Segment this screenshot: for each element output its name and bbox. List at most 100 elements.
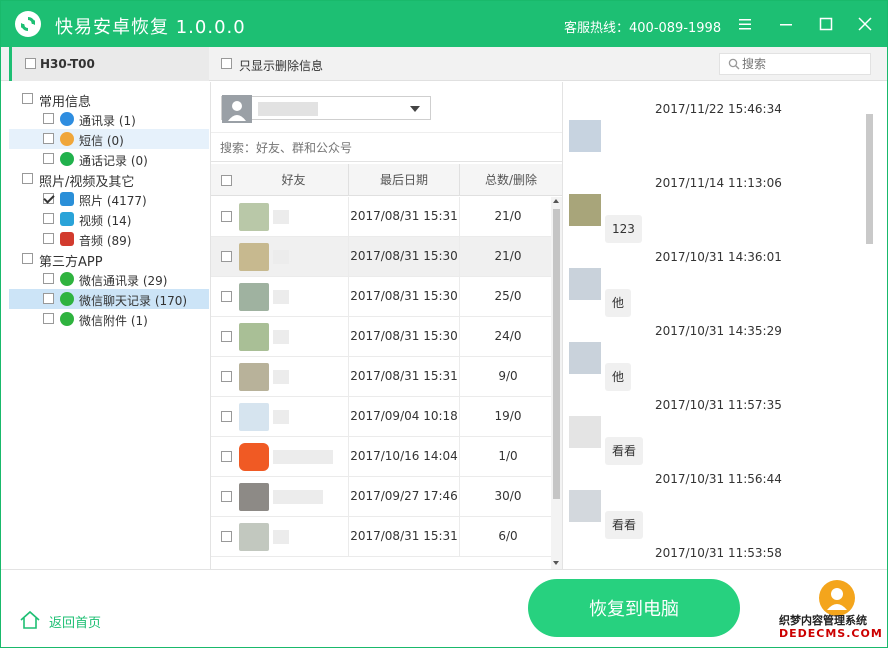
- item-checkbox[interactable]: [43, 133, 54, 144]
- count-deleted: 25/0: [494, 289, 522, 303]
- friend-name-blurred: [273, 250, 289, 264]
- chevron-down-icon: [410, 106, 420, 112]
- menu-icon[interactable]: [734, 13, 756, 35]
- friend-list-scrollbar[interactable]: [551, 197, 562, 569]
- chat-scrollbar[interactable]: [866, 114, 873, 244]
- tree-item-photos[interactable]: 照片 (4177): [9, 189, 209, 209]
- tree-item-wechat-attachments[interactable]: 微信附件 (1): [9, 309, 209, 329]
- table-row[interactable]: 2017/08/31 15:30 21/0: [211, 237, 551, 277]
- tree-item-audio[interactable]: 音频 (89): [9, 229, 209, 249]
- column-header-count[interactable]: 总数/删除: [459, 164, 562, 196]
- friend-search-input[interactable]: [220, 140, 540, 156]
- item-checkbox[interactable]: [43, 213, 54, 224]
- watermark-line2: DEDECMS.COM: [779, 627, 883, 640]
- avatar: [569, 342, 601, 374]
- column-header-date[interactable]: 最后日期: [348, 164, 459, 196]
- tree-item-calls[interactable]: 通话记录 (0): [9, 149, 209, 169]
- tree-item-wechat-contacts[interactable]: 微信通讯录 (29): [9, 269, 209, 289]
- last-date: 2017/09/04 10:18: [350, 409, 458, 423]
- search-input[interactable]: [742, 56, 866, 72]
- category-label: 照片/视频及其它: [39, 175, 135, 190]
- category-checkbox[interactable]: [22, 173, 33, 184]
- item-checkbox[interactable]: [43, 113, 54, 124]
- item-checkbox[interactable]: [43, 293, 54, 304]
- item-checkbox[interactable]: [43, 153, 54, 164]
- item-checkbox[interactable]: [43, 273, 54, 284]
- message-bubble: 他: [605, 289, 632, 317]
- count-deleted: 30/0: [494, 489, 522, 503]
- column-header-friend[interactable]: 好友: [239, 164, 348, 196]
- category-checkbox[interactable]: [22, 93, 33, 104]
- scroll-down-icon[interactable]: [553, 561, 559, 565]
- count-deleted: 9/0: [498, 369, 518, 383]
- tree-item-videos[interactable]: 视频 (14): [9, 209, 209, 229]
- tree-item-wechat-chats[interactable]: 微信聊天记录 (170): [9, 289, 209, 309]
- table-row[interactable]: 2017/09/04 10:18 19/0: [211, 397, 551, 437]
- friend-name-blurred: [273, 530, 289, 544]
- table-row[interactable]: 2017/09/27 17:46 30/0: [211, 477, 551, 517]
- device-checkbox[interactable]: [25, 58, 36, 69]
- only-deleted-checkbox[interactable]: [221, 58, 232, 69]
- row-checkbox[interactable]: [221, 491, 232, 502]
- friend-search[interactable]: [211, 132, 562, 162]
- row-checkbox[interactable]: [221, 331, 232, 342]
- row-checkbox[interactable]: [221, 531, 232, 542]
- select-all-checkbox[interactable]: [221, 175, 232, 186]
- row-checkbox[interactable]: [221, 251, 232, 262]
- item-checkbox[interactable]: [43, 313, 54, 324]
- last-date: 2017/08/31 15:31: [350, 209, 458, 223]
- table-row[interactable]: 2017/08/31 15:31 21/0: [211, 197, 551, 237]
- table-row[interactable]: 2017/08/31 15:31 9/0: [211, 357, 551, 397]
- row-checkbox[interactable]: [221, 291, 232, 302]
- minimize-icon[interactable]: [775, 13, 797, 35]
- item-checkbox[interactable]: [43, 193, 54, 204]
- table-row[interactable]: 2017/10/16 14:04 1/0: [211, 437, 551, 477]
- title-bar: 快易安卓恢复 1.0.0.0 客服热线：400-089-1998: [1, 1, 887, 47]
- tree-category-common[interactable]: 常用信息: [9, 89, 209, 110]
- message-bubble: 123: [605, 215, 642, 243]
- scroll-thumb[interactable]: [553, 209, 560, 499]
- service-hotline: 客服热线：400-089-1998: [564, 21, 722, 36]
- video-icon: [60, 212, 74, 226]
- row-checkbox[interactable]: [221, 451, 232, 462]
- last-date: 2017/08/31 15:31: [350, 529, 458, 543]
- wechat-icon: [60, 312, 74, 326]
- row-checkbox[interactable]: [221, 411, 232, 422]
- row-checkbox[interactable]: [221, 371, 232, 382]
- toolbar: H30-T00 只显示删除信息: [1, 47, 887, 81]
- device-tab[interactable]: H30-T00: [9, 47, 209, 81]
- row-checkbox[interactable]: [221, 211, 232, 222]
- scroll-up-icon[interactable]: [553, 199, 559, 203]
- tree-category-apps[interactable]: 第三方APP: [9, 249, 209, 270]
- tree-category-media[interactable]: 照片/视频及其它: [9, 169, 209, 190]
- friend-name-blurred: [273, 210, 289, 224]
- avatar: [239, 323, 269, 351]
- search-box[interactable]: [719, 53, 871, 75]
- avatar: [569, 268, 601, 300]
- category-checkbox[interactable]: [22, 253, 33, 264]
- account-select[interactable]: [221, 95, 431, 123]
- photo-icon: [60, 192, 74, 206]
- item-checkbox[interactable]: [43, 233, 54, 244]
- contacts-icon: [60, 112, 74, 126]
- watermark: 织梦内容管理系统 DEDECMS.COM: [779, 614, 883, 640]
- table-row[interactable]: 2017/08/31 15:31 6/0: [211, 517, 551, 557]
- message-time: 2017/11/14 11:13:06: [655, 176, 782, 190]
- count-deleted: 19/0: [494, 409, 522, 423]
- recover-to-pc-button[interactable]: 恢复到电脑: [528, 579, 740, 637]
- maximize-icon[interactable]: [815, 13, 837, 35]
- table-row[interactable]: 2017/08/31 15:30 24/0: [211, 317, 551, 357]
- tree-item-sms[interactable]: 短信 (0): [9, 129, 209, 149]
- tree-item-contacts[interactable]: 通讯录 (1): [9, 109, 209, 129]
- message-time: 2017/10/31 11:57:35: [655, 398, 782, 412]
- last-date: 2017/08/31 15:31: [350, 369, 458, 383]
- avatar: [569, 120, 601, 152]
- last-date: 2017/08/31 15:30: [350, 289, 458, 303]
- customer-service-icon[interactable]: [819, 580, 855, 616]
- table-row[interactable]: 2017/08/31 15:30 25/0: [211, 277, 551, 317]
- app-logo-icon: [15, 11, 41, 37]
- message-time: 2017/10/31 11:53:58: [655, 546, 782, 560]
- close-icon[interactable]: [854, 13, 876, 35]
- chat-panel: 2017/11/22 15:46:34 2017/11/14 11:13:06 …: [562, 82, 887, 569]
- audio-icon: [60, 232, 74, 246]
